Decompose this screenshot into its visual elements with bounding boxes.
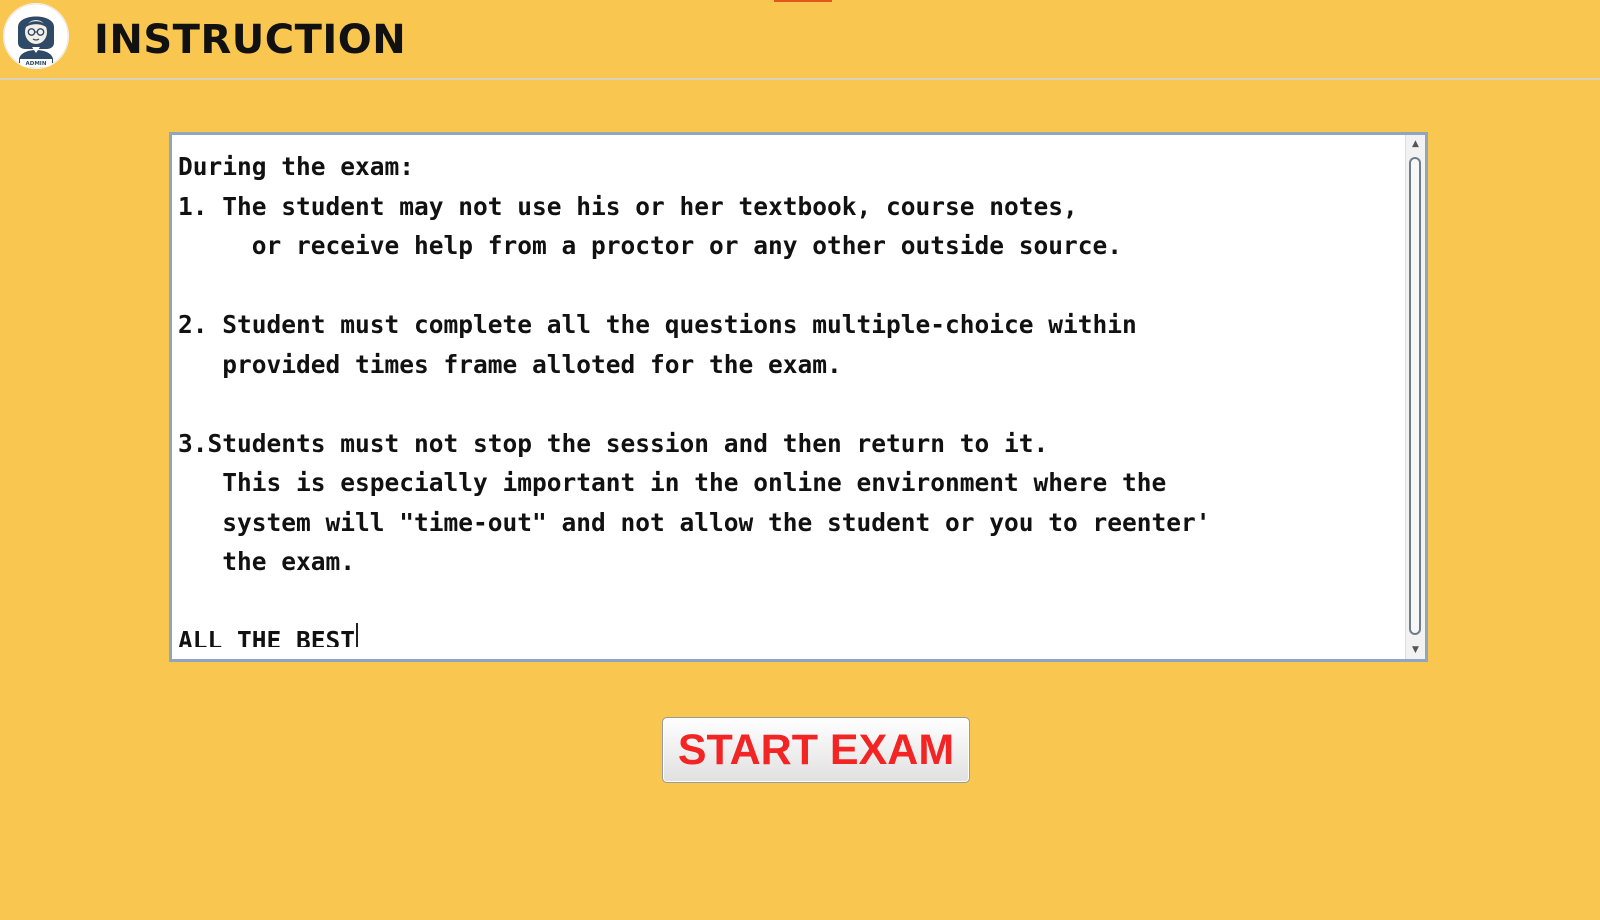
vertical-scrollbar[interactable]: ▲ ▼: [1405, 135, 1425, 659]
top-accent-line: [774, 0, 832, 2]
avatar-label: ADMIN: [26, 61, 47, 67]
instructions-text[interactable]: During the exam: 1. The student may not …: [178, 147, 1400, 647]
text-cursor: [356, 623, 359, 647]
header-bar: ADMIN INSTRUCTION: [0, 0, 1600, 80]
start-exam-button[interactable]: START EXAM: [662, 717, 970, 783]
instructions-content: During the exam: 1. The student may not …: [178, 152, 1211, 647]
scroll-up-arrow-icon[interactable]: ▲: [1406, 135, 1425, 153]
scroll-down-arrow-icon[interactable]: ▼: [1406, 641, 1425, 659]
instructions-text-area[interactable]: During the exam: 1. The student may not …: [169, 132, 1428, 662]
scrollbar-thumb[interactable]: [1409, 157, 1421, 635]
page-title: INSTRUCTION: [94, 17, 407, 63]
admin-avatar-icon: ADMIN: [3, 3, 69, 69]
